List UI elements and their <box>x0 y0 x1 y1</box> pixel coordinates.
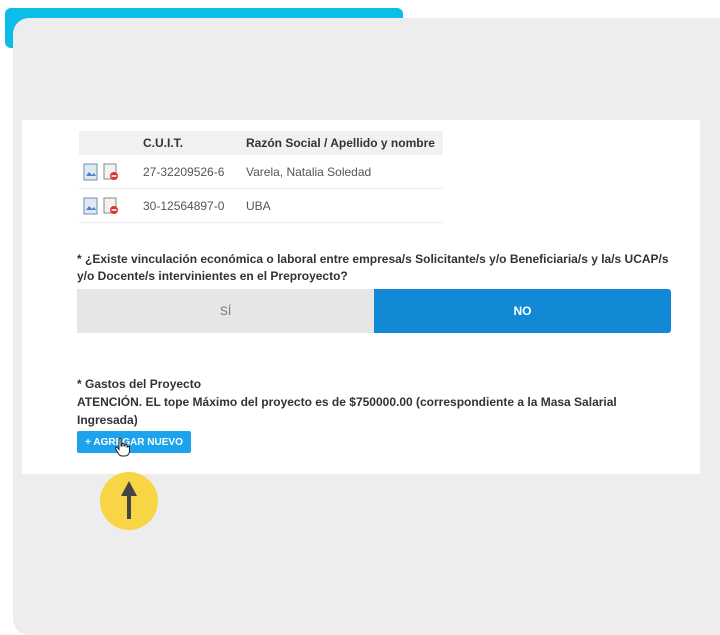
gastos-notice: ATENCIÓN. EL tope Máximo del proyecto es… <box>77 395 617 427</box>
participants-table: C.U.I.T. Razón Social / Apellido y nombr… <box>79 131 443 223</box>
cell-razon-social: Varela, Natalia Soledad <box>246 164 372 179</box>
cell-cuit: 27-32209526-6 <box>143 164 225 179</box>
column-header-razon-social: Razón Social / Apellido y nombre <box>246 136 435 150</box>
option-no-button[interactable]: NO <box>374 289 671 333</box>
vinculacion-toggle: SÍ NO <box>77 289 671 333</box>
row-actions <box>79 197 143 215</box>
column-header-cuit: C.U.I.T. <box>143 136 184 150</box>
delete-document-icon[interactable] <box>103 197 119 215</box>
delete-document-icon[interactable] <box>103 163 119 181</box>
hand-cursor-icon <box>114 437 130 457</box>
pointer-badge <box>100 472 158 530</box>
view-document-icon[interactable] <box>83 163 99 181</box>
option-si-button[interactable]: SÍ <box>77 289 374 333</box>
view-document-icon[interactable] <box>83 197 99 215</box>
up-arrow-icon <box>121 481 137 519</box>
gastos-section: * Gastos del Proyecto ATENCIÓN. EL tope … <box>77 375 677 429</box>
gastos-title: * Gastos del Proyecto <box>77 377 202 391</box>
cell-cuit: 30-12564897-0 <box>143 198 225 213</box>
table-header: C.U.I.T. Razón Social / Apellido y nombr… <box>79 131 443 155</box>
vinculacion-question: * ¿Existe vinculación económica o labora… <box>77 252 669 283</box>
table-row: 30-12564897-0 UBA <box>79 189 443 223</box>
form-screenshot: C.U.I.T. Razón Social / Apellido y nombr… <box>22 120 700 474</box>
row-actions <box>79 163 143 181</box>
add-new-button[interactable]: + AGREGAR NUEVO <box>77 431 191 453</box>
cell-razon-social: UBA <box>246 198 271 213</box>
table-row: 27-32209526-6 Varela, Natalia Soledad <box>79 155 443 189</box>
